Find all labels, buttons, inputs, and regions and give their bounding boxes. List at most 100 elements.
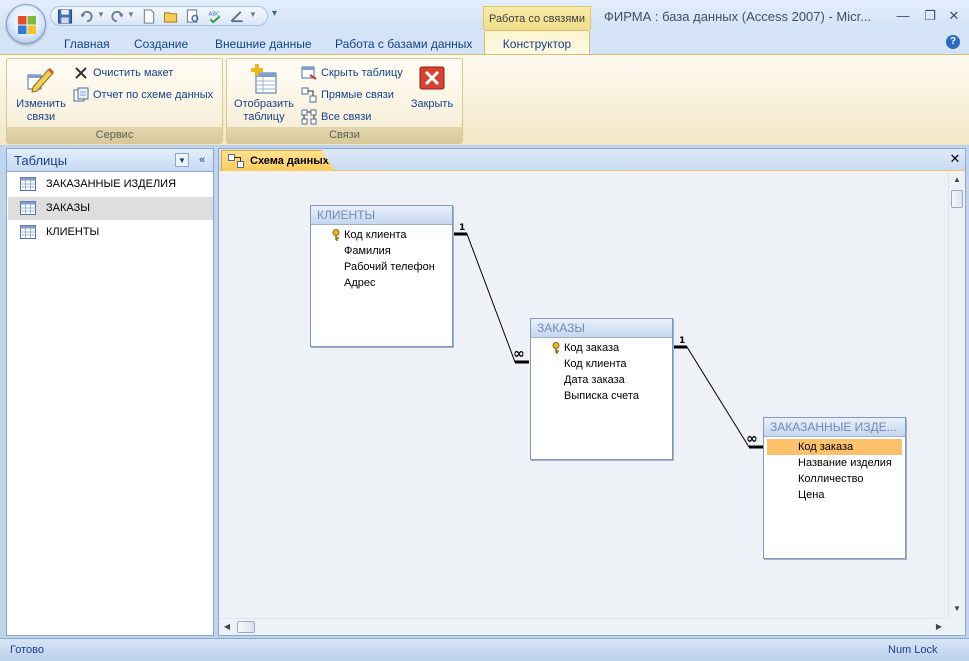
field-label: Фамилия bbox=[344, 245, 391, 257]
table-box-title[interactable]: ЗАКАЗАННЫЕ ИЗДЕ... bbox=[764, 418, 905, 437]
nav-item-ordered-products[interactable]: ЗАКАЗАННЫЕ ИЗДЕЛИЯ bbox=[8, 173, 213, 196]
field-label: Рабочий телефон bbox=[344, 261, 435, 273]
collapse-pane-icon[interactable]: « bbox=[195, 152, 209, 168]
hide-table-button[interactable]: Скрыть таблицу bbox=[301, 63, 403, 83]
print-preview-icon[interactable] bbox=[185, 9, 201, 24]
edit-relationships-button[interactable]: Изменить связи bbox=[11, 63, 71, 124]
primary-key-icon bbox=[332, 229, 340, 241]
relationship-report-label: Отчет по схеме данных bbox=[93, 89, 214, 101]
nav-item-label: КЛИЕНТЫ bbox=[46, 226, 100, 238]
redo-dropdown-icon[interactable]: ▼ bbox=[127, 10, 135, 19]
nav-item-clients[interactable]: КЛИЕНТЫ bbox=[8, 221, 213, 244]
num-lock-indicator: Num Lock bbox=[888, 644, 938, 656]
chevron-down-icon[interactable]: ▼ bbox=[175, 153, 189, 167]
field-label: Дата заказа bbox=[564, 374, 625, 386]
new-document-icon[interactable] bbox=[141, 9, 157, 24]
customize-toolbar-icon[interactable]: ▾ bbox=[272, 8, 282, 22]
table-box-title[interactable]: ЗАКАЗЫ bbox=[531, 319, 672, 338]
hide-table-label: Скрыть таблицу bbox=[321, 67, 403, 79]
tab-design[interactable]: Конструктор bbox=[484, 30, 590, 56]
clear-layout-button[interactable]: Очистить макет bbox=[73, 63, 173, 83]
relationship-report-button[interactable]: Отчет по схеме данных bbox=[73, 85, 213, 105]
direct-relationships-label: Прямые связи bbox=[321, 89, 394, 101]
clear-layout-icon bbox=[75, 67, 87, 79]
group-relationships-label: Связи bbox=[227, 127, 462, 143]
format-icon[interactable] bbox=[229, 9, 245, 24]
show-table-label: Отобразить таблицу bbox=[234, 98, 294, 123]
restore-icon[interactable]: ❐ bbox=[920, 7, 940, 25]
direct-relationships-button[interactable]: Прямые связи bbox=[301, 85, 394, 105]
undo-icon[interactable] bbox=[79, 9, 95, 24]
navigation-pane: Таблицы ▼ « ЗАКАЗАННЫЕ ИЗДЕЛИЯ ЗАКАЗЫ КЛ… bbox=[6, 148, 214, 636]
field-label: Код клиента bbox=[344, 229, 407, 241]
close-relationships-button[interactable]: Закрыть bbox=[407, 63, 457, 111]
field-price[interactable]: Цена bbox=[767, 487, 902, 503]
vertical-scroll-thumb[interactable] bbox=[951, 190, 963, 208]
nav-item-orders[interactable]: ЗАКАЗЫ bbox=[8, 197, 213, 220]
one-side-label: 1 bbox=[459, 223, 465, 233]
document-tab-relationships[interactable]: Схема данных bbox=[221, 150, 335, 171]
all-relationships-label: Все связи bbox=[321, 111, 372, 123]
scroll-left-icon[interactable]: ◀ bbox=[219, 619, 235, 635]
field-client-id[interactable]: Код клиента bbox=[314, 227, 449, 243]
help-icon[interactable]: ? bbox=[946, 35, 960, 49]
show-table-button[interactable]: Отобразить таблицу bbox=[231, 63, 297, 124]
undo-dropdown-icon[interactable]: ▼ bbox=[97, 10, 105, 19]
field-work-phone[interactable]: Рабочий телефон bbox=[314, 259, 449, 275]
ribbon: Изменить связи Очистить макет Отчет по с… bbox=[0, 54, 969, 146]
field-label: Цена bbox=[798, 489, 825, 501]
table-icon bbox=[20, 201, 36, 215]
minimize-icon[interactable]: — bbox=[893, 7, 913, 25]
all-relationships-icon bbox=[301, 109, 317, 125]
horizontal-scrollbar[interactable]: ◀ ▶ bbox=[219, 618, 947, 635]
save-icon[interactable] bbox=[57, 9, 73, 24]
clear-layout-label: Очистить макет bbox=[93, 67, 174, 79]
horizontal-scroll-thumb[interactable] bbox=[237, 621, 255, 633]
relationship-line-clients-orders[interactable] bbox=[453, 232, 529, 364]
format-dropdown-icon[interactable]: ▼ bbox=[249, 10, 257, 19]
table-box-ordered-products[interactable]: ЗАКАЗАННЫЕ ИЗДЕ... Код заказа Название и… bbox=[763, 417, 906, 559]
all-relationships-button[interactable]: Все связи bbox=[301, 107, 371, 127]
relationships-canvas[interactable]: 1 ∞ 1 ∞ КЛИЕНТЫ Код клиента Фамилия Рабо… bbox=[219, 172, 947, 618]
close-document-icon[interactable]: ✕ bbox=[947, 151, 963, 167]
field-label: Код заказа bbox=[798, 441, 854, 453]
scroll-up-icon[interactable]: ▲ bbox=[949, 172, 965, 188]
table-box-clients[interactable]: КЛИЕНТЫ Код клиента Фамилия Рабочий теле… bbox=[310, 205, 453, 347]
table-box-orders[interactable]: ЗАКАЗЫ Код заказа Код клиента Дата заказ… bbox=[530, 318, 673, 460]
nav-item-label: ЗАКАЗАННЫЕ ИЗДЕЛИЯ bbox=[46, 178, 177, 190]
office-button[interactable] bbox=[6, 4, 46, 44]
window-title: ФИРМА : база данных (Access 2007) - Micr… bbox=[604, 9, 872, 24]
open-folder-icon[interactable] bbox=[163, 9, 179, 24]
scroll-right-icon[interactable]: ▶ bbox=[931, 619, 947, 635]
table-box-title[interactable]: КЛИЕНТЫ bbox=[311, 206, 452, 225]
tab-create[interactable]: Создание bbox=[134, 34, 188, 54]
tab-external-data[interactable]: Внешние данные bbox=[215, 34, 312, 54]
status-bar: Готово Num Lock bbox=[0, 638, 969, 660]
field-product-name[interactable]: Название изделия bbox=[767, 455, 902, 471]
field-client-id[interactable]: Код клиента bbox=[534, 356, 669, 372]
field-order-id[interactable]: Код заказа bbox=[534, 340, 669, 356]
vertical-scrollbar[interactable]: ▲ ▼ bbox=[948, 172, 964, 618]
tab-database-tools[interactable]: Работа с базами данных bbox=[335, 34, 472, 54]
field-surname[interactable]: Фамилия bbox=[314, 243, 449, 259]
one-side-label: 1 bbox=[679, 336, 685, 346]
navigation-pane-header[interactable]: Таблицы ▼ « bbox=[7, 149, 213, 172]
close-icon[interactable]: ✕ bbox=[944, 7, 964, 25]
status-text: Готово bbox=[10, 644, 44, 656]
field-invoice[interactable]: Выписка счета bbox=[534, 388, 669, 404]
scroll-down-icon[interactable]: ▼ bbox=[949, 601, 965, 617]
direct-relationships-icon bbox=[301, 87, 317, 103]
group-service: Изменить связи Очистить макет Отчет по с… bbox=[6, 58, 223, 144]
field-address[interactable]: Адрес bbox=[314, 275, 449, 291]
nav-item-label: ЗАКАЗЫ bbox=[46, 202, 90, 214]
spelling-icon[interactable]: ABC bbox=[207, 9, 223, 24]
close-label: Закрыть bbox=[410, 98, 454, 110]
table-icon bbox=[20, 177, 36, 191]
field-order-id[interactable]: Код заказа bbox=[767, 439, 902, 455]
field-quantity[interactable]: Колличество bbox=[767, 471, 902, 487]
redo-icon[interactable] bbox=[109, 9, 125, 24]
field-label: Код клиента bbox=[564, 358, 627, 370]
field-label: Код заказа bbox=[564, 342, 620, 354]
tab-home[interactable]: Главная bbox=[64, 34, 110, 54]
field-order-date[interactable]: Дата заказа bbox=[534, 372, 669, 388]
